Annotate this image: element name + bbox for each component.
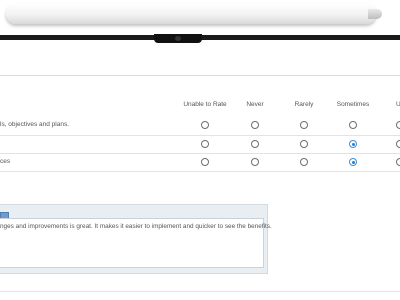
column-header-usually: Us xyxy=(396,101,400,108)
radio-usually[interactable] xyxy=(396,158,400,166)
radio-never[interactable] xyxy=(251,140,259,148)
survey-page: Unable to Rate Never Rarely Sometimes Us… xyxy=(0,44,400,300)
radio-usually[interactable] xyxy=(396,140,400,148)
comment-panel: nges and improvements is great. It makes… xyxy=(0,204,272,274)
radio-never[interactable] xyxy=(251,158,259,166)
stylus-pen xyxy=(6,4,376,24)
radio-unable-to-rate[interactable] xyxy=(201,121,209,129)
radio-sometimes-selected[interactable] xyxy=(349,158,357,166)
question-label: ces xyxy=(0,158,11,165)
stylus-tip xyxy=(368,9,382,19)
radio-usually[interactable] xyxy=(396,121,400,129)
radio-never[interactable] xyxy=(251,121,259,129)
radio-rarely[interactable] xyxy=(300,121,308,129)
divider xyxy=(0,75,400,76)
comment-text: nges and improvements is great. It makes… xyxy=(0,223,272,230)
row-divider xyxy=(0,153,400,154)
radio-unable-to-rate[interactable] xyxy=(201,140,209,148)
divider xyxy=(0,291,400,292)
radio-unable-to-rate[interactable] xyxy=(201,158,209,166)
device-bezel xyxy=(0,0,400,44)
radio-sometimes[interactable] xyxy=(349,121,357,129)
camera-icon xyxy=(154,34,202,43)
radio-rarely[interactable] xyxy=(300,158,308,166)
comment-textarea[interactable]: nges and improvements is great. It makes… xyxy=(0,218,272,268)
question-label: ls, objectives and plans. xyxy=(0,121,70,128)
row-divider xyxy=(0,135,400,136)
radio-sometimes-selected[interactable] xyxy=(349,140,357,148)
radio-rarely[interactable] xyxy=(300,140,308,148)
row-divider xyxy=(0,171,400,172)
